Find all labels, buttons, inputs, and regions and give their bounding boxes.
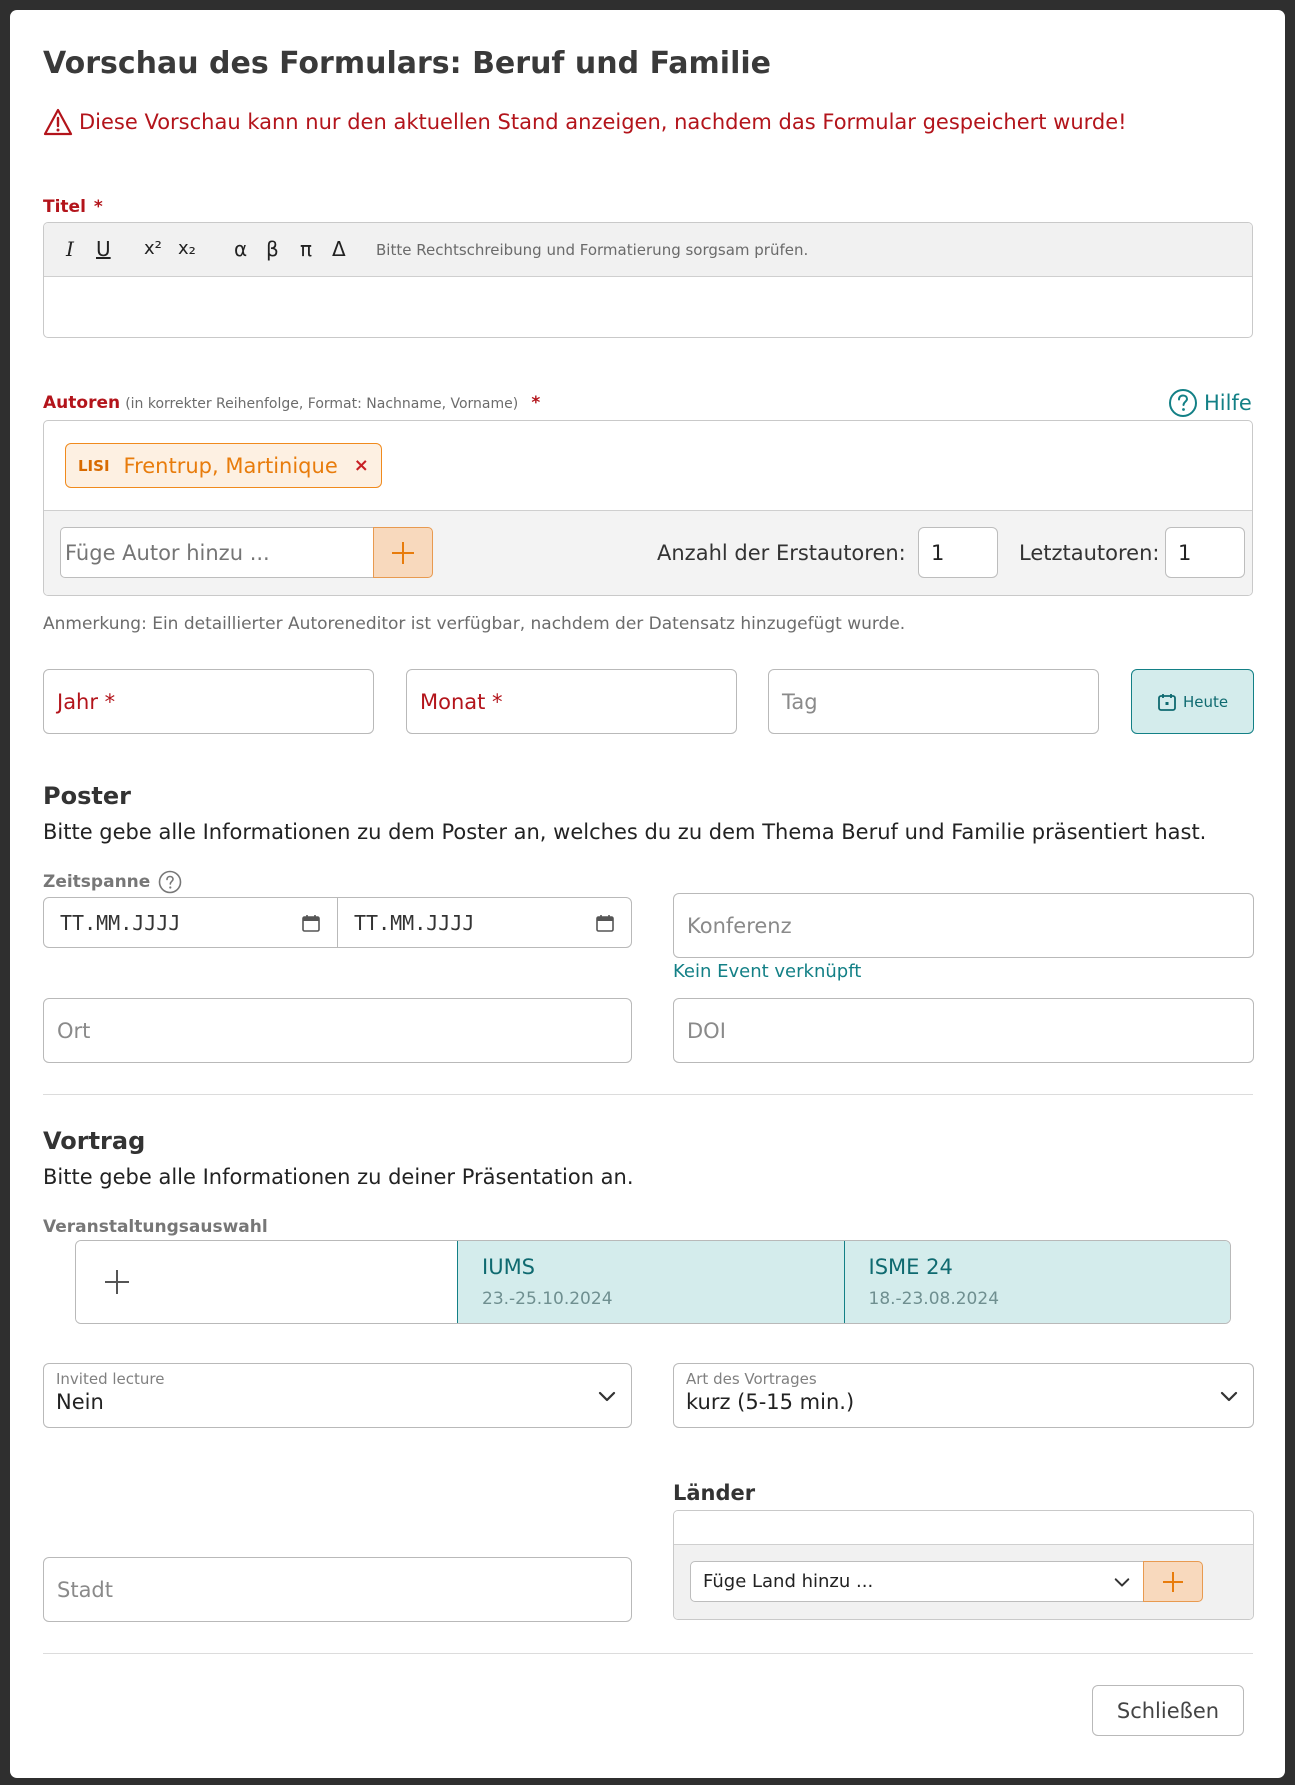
authors-tag-list: LISI Frentrup, Martinique × [44, 421, 1252, 511]
remove-author-icon[interactable]: × [354, 455, 369, 476]
help-label: Hilfe [1204, 391, 1252, 415]
timespan-range: TT.MM.JJJJ TT.MM.JJJJ [43, 897, 632, 948]
first-authors-input[interactable]: 1 [918, 527, 998, 578]
superscript-button[interactable]: x² [144, 238, 162, 260]
countries-label: Länder [673, 1481, 756, 1505]
author-name: Frentrup, Martinique [123, 453, 338, 478]
countries-box: Füge Land hinzu ... [673, 1510, 1254, 1620]
invited-lecture-label: Invited lecture [56, 1370, 165, 1388]
required-mark: * [531, 393, 541, 413]
date-to-input[interactable]: TT.MM.JJJJ [337, 898, 631, 947]
event-card-isme[interactable]: ISME 24 18.-23.08.2024 [843, 1241, 1230, 1323]
add-author-button[interactable] [373, 527, 433, 578]
date-from-placeholder: TT.MM.JJJJ [60, 910, 181, 935]
invited-lecture-value: Nein [56, 1390, 104, 1414]
date-to-placeholder: TT.MM.JJJJ [354, 910, 475, 935]
event-selector: IUMS 23.-25.10.2024 ISME 24 18.-23.08.20… [75, 1240, 1231, 1324]
event-name: ISME 24 [868, 1255, 953, 1279]
close-button[interactable]: Schließen [1092, 1685, 1244, 1736]
calendar-icon[interactable] [301, 913, 321, 933]
invited-lecture-select[interactable]: Invited lecture Nein [43, 1363, 632, 1428]
day-field[interactable]: Tag [768, 669, 1099, 734]
today-button[interactable]: Heute [1131, 669, 1254, 734]
authors-label-row: Autoren (in korrekter Reihenfolge, Forma… [43, 393, 540, 413]
titel-editor: I U x² x₂ α β π Δ Bitte Rechtschreibung … [43, 222, 1253, 338]
poster-heading: Poster [43, 782, 131, 810]
countries-list [674, 1511, 1253, 1545]
event-date: 18.-23.08.2024 [868, 1289, 1000, 1309]
first-authors-label: Anzahl der Erstautoren: [657, 541, 906, 565]
add-country-select[interactable]: Füge Land hinzu ... [690, 1561, 1144, 1602]
editor-hint: Bitte Rechtschreibung und Formatierung s… [376, 241, 809, 259]
calendar-icon [1158, 693, 1176, 711]
last-authors-label: Letztautoren: [1019, 541, 1160, 565]
section-divider [43, 1094, 1253, 1095]
doi-field[interactable]: DOI [673, 998, 1254, 1063]
month-field[interactable]: Monat * [406, 669, 737, 734]
subscript-button[interactable]: x₂ [178, 238, 196, 260]
chevron-down-icon [1114, 1578, 1130, 1587]
author-badge: LISI [78, 456, 110, 475]
warning-icon [43, 108, 73, 136]
talk-type-value: kurz (5-15 min.) [686, 1390, 855, 1414]
author-tag[interactable]: LISI Frentrup, Martinique × [65, 443, 382, 488]
poster-description: Bitte gebe alle Informationen zu dem Pos… [43, 820, 1207, 844]
place-field[interactable]: Ort [43, 998, 632, 1063]
city-field[interactable]: Stadt [43, 1557, 632, 1622]
date-from-input[interactable]: TT.MM.JJJJ [44, 898, 337, 947]
footer-divider [43, 1653, 1253, 1654]
titel-label-row: Titel * [43, 197, 103, 217]
authors-label: Autoren [43, 393, 121, 413]
vortrag-description: Bitte gebe alle Informationen zu deiner … [43, 1165, 634, 1189]
modal-title: Vorschau des Formulars: Beruf und Famili… [43, 46, 771, 81]
event-select-label: Veranstaltungsauswahl [43, 1217, 268, 1237]
add-author-input[interactable] [60, 527, 373, 578]
event-card-iums[interactable]: IUMS 23.-25.10.2024 [457, 1241, 844, 1323]
authors-box: LISI Frentrup, Martinique × Anzahl der E… [43, 420, 1253, 596]
required-mark: * [93, 197, 103, 217]
plus-icon [1163, 1571, 1183, 1592]
underline-button[interactable]: U [96, 238, 111, 260]
titel-label: Titel [43, 197, 86, 217]
talk-type-select[interactable]: Art des Vortrages kurz (5-15 min.) [673, 1363, 1254, 1428]
delta-button[interactable]: Δ [332, 238, 346, 260]
year-field[interactable]: Jahr * [43, 669, 374, 734]
plus-icon [392, 541, 414, 564]
italic-button[interactable]: I [66, 238, 74, 260]
timespan-label-row: Zeitspanne [43, 870, 182, 894]
editor-toolbar: I U x² x₂ α β π Δ Bitte Rechtschreibung … [44, 223, 1252, 277]
titel-input[interactable] [44, 277, 1252, 337]
last-authors-input[interactable]: 1 [1165, 527, 1245, 578]
help-link[interactable]: Hilfe [1168, 388, 1252, 418]
timespan-label: Zeitspanne [43, 872, 151, 892]
add-event-button[interactable] [76, 1241, 457, 1323]
chevron-down-icon [1220, 1391, 1238, 1402]
authors-add-row: Anzahl der Erstautoren: 1 Letztautoren: … [44, 511, 1252, 595]
no-event-link[interactable]: Kein Event verknüpft [673, 961, 861, 982]
chevron-down-icon [598, 1391, 616, 1402]
event-name: IUMS [482, 1255, 536, 1279]
add-country-button[interactable] [1143, 1561, 1203, 1602]
preview-modal: Vorschau des Formulars: Beruf und Famili… [10, 10, 1285, 1778]
calendar-icon[interactable] [595, 913, 615, 933]
pi-button[interactable]: π [300, 238, 312, 260]
conference-field[interactable]: Konferenz [673, 893, 1254, 958]
alpha-button[interactable]: α [234, 238, 247, 260]
beta-button[interactable]: β [266, 238, 279, 260]
talk-type-label: Art des Vortrages [686, 1370, 817, 1388]
countries-add-row: Füge Land hinzu ... [674, 1545, 1253, 1619]
authors-hint: (in korrekter Reihenfolge, Format: Nachn… [125, 396, 519, 412]
warning-text: Diese Vorschau kann nur den aktuellen St… [79, 110, 1127, 134]
vortrag-heading: Vortrag [43, 1127, 146, 1155]
event-date: 23.-25.10.2024 [482, 1289, 613, 1309]
plus-icon [105, 1270, 129, 1294]
authors-note: Anmerkung: Ein detaillierter Autorenedit… [43, 614, 906, 634]
add-country-placeholder: Füge Land hinzu ... [703, 1571, 874, 1592]
help-icon [1169, 389, 1197, 417]
help-icon[interactable] [158, 870, 182, 894]
today-label: Heute [1182, 692, 1229, 711]
warning-message: Diese Vorschau kann nur den aktuellen St… [43, 108, 1127, 136]
